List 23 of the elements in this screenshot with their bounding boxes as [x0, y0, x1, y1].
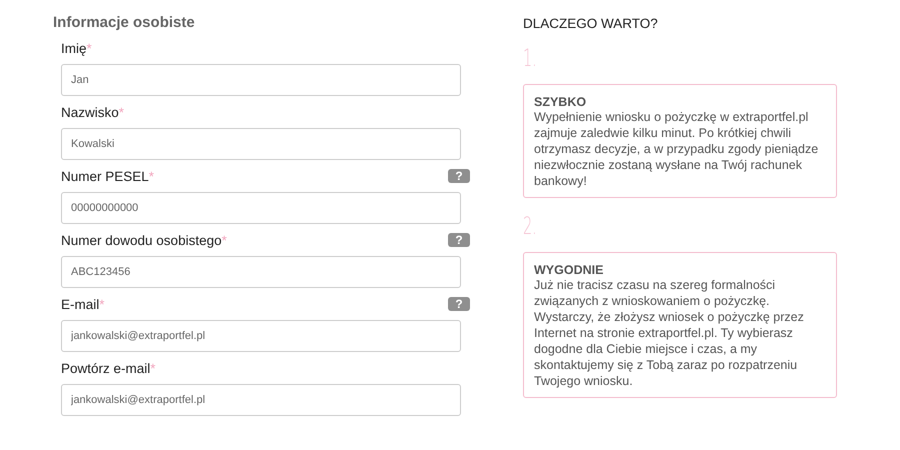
input-field[interactable]: jankowalski@extraportfel.pl — [61, 384, 461, 416]
input-field[interactable]: jankowalski@extraportfel.pl — [61, 320, 461, 352]
step-number: 2. — [523, 212, 538, 242]
help-icon[interactable]: ? — [448, 297, 470, 311]
input-field[interactable]: ABC123456 — [61, 256, 461, 288]
card-heading: WYGODNIE — [534, 263, 604, 277]
section-title: Informacje osobiste — [53, 14, 196, 33]
field-label: Powtórz e-mail* — [61, 360, 156, 376]
card-heading: SZYBKO — [534, 95, 588, 109]
field-label: Numer PESEL* — [61, 168, 154, 184]
card-text: Wypełnienie wniosku o pożyczkę w extraportfel.pl zajmuje zaledwie kilku minut. Po krótkiej chwili otrzymasz decyzje, a w przypadku zgody pieniądze niezwłocznie zostaną wysłane na Twój rachunek bankowy! — [534, 109, 820, 189]
help-icon[interactable]: ? — [448, 233, 470, 247]
section-title: DLACZEGO WARTO? — [523, 16, 659, 33]
field-label: Numer dowodu osobistego* — [61, 232, 227, 248]
field-label: E-mail* — [61, 296, 105, 312]
input-field[interactable]: 00000000000 — [61, 192, 461, 224]
field-label: Nazwisko* — [61, 104, 124, 120]
input-field[interactable]: Jan — [61, 64, 461, 96]
field-label: Imię* — [61, 40, 92, 56]
step-number: 1. — [523, 44, 538, 74]
input-field[interactable]: Kowalski — [61, 128, 461, 160]
help-icon[interactable]: ? — [448, 169, 470, 183]
card-text: Już nie tracisz czasu na szereg formalności związanych z wnioskowaniem o pożyczkę. Wystarczy, że złożysz wniosek o pożyczkę przez Internet na stronie extraportfel.pl. Ty wybierasz dogodne dla Ciebie miejsce i czas, a my skontaktujemy się z Tobą zaraz po rozpatrzeniu Twojego wniosku. — [534, 277, 805, 389]
